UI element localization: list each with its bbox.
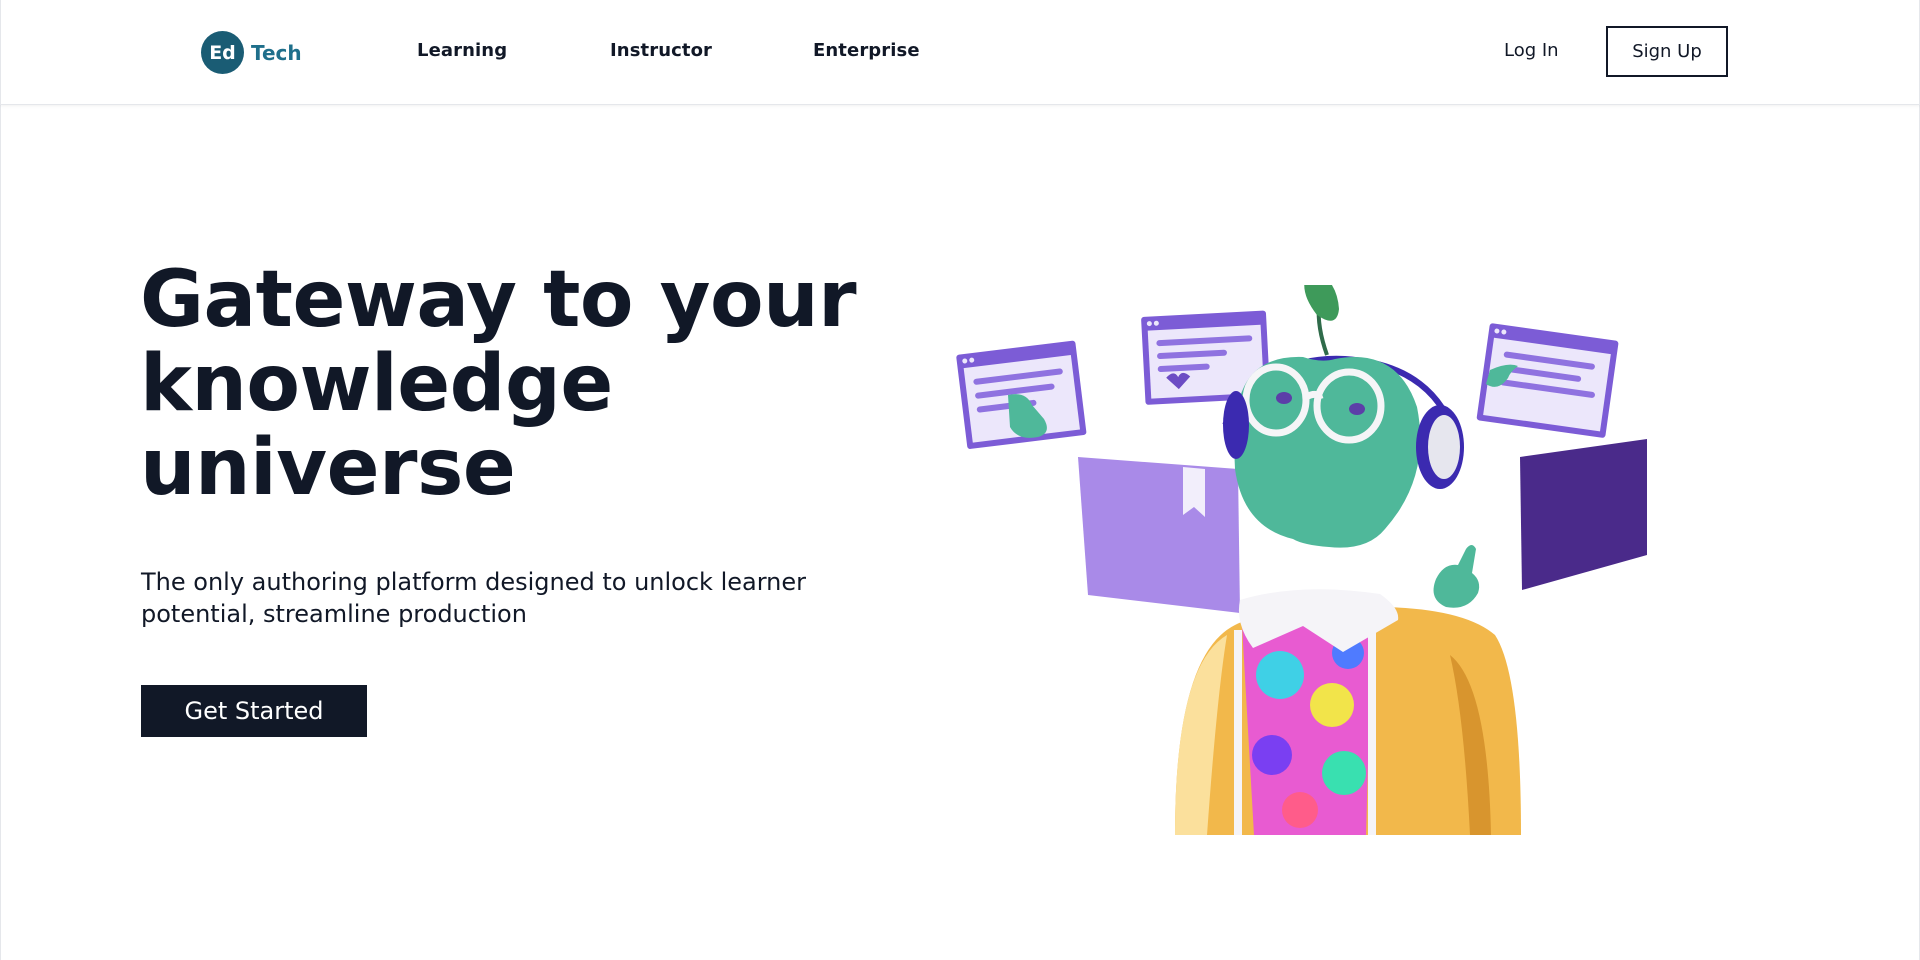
top-navigation-bar: Ed Tech Learning Instructor Enterprise L… [0, 0, 1920, 105]
body [1175, 589, 1521, 835]
logo-text: Tech [251, 40, 302, 65]
nav-link-instructor[interactable]: Instructor [610, 40, 712, 61]
raised-finger-hand [1433, 545, 1480, 608]
login-link[interactable]: Log In [1504, 40, 1559, 61]
hero-illustration [956, 285, 1647, 835]
book-left [1078, 457, 1240, 613]
page-border-left [0, 105, 1, 960]
signup-button[interactable]: Sign Up [1606, 26, 1728, 77]
nav-link-learning[interactable]: Learning [417, 40, 507, 61]
get-started-button[interactable]: Get Started [141, 685, 367, 737]
nav-link-enterprise[interactable]: Enterprise [813, 40, 920, 61]
headphone-cup-left [1223, 391, 1249, 459]
book-right [1520, 439, 1647, 590]
hero-subtitle: The only authoring platform designed to … [141, 568, 806, 628]
hero-title: Gateway to your knowledge universe [140, 255, 857, 513]
leaf [1304, 285, 1339, 321]
logo[interactable]: Ed Tech [201, 31, 302, 74]
logo-badge: Ed [201, 31, 244, 74]
